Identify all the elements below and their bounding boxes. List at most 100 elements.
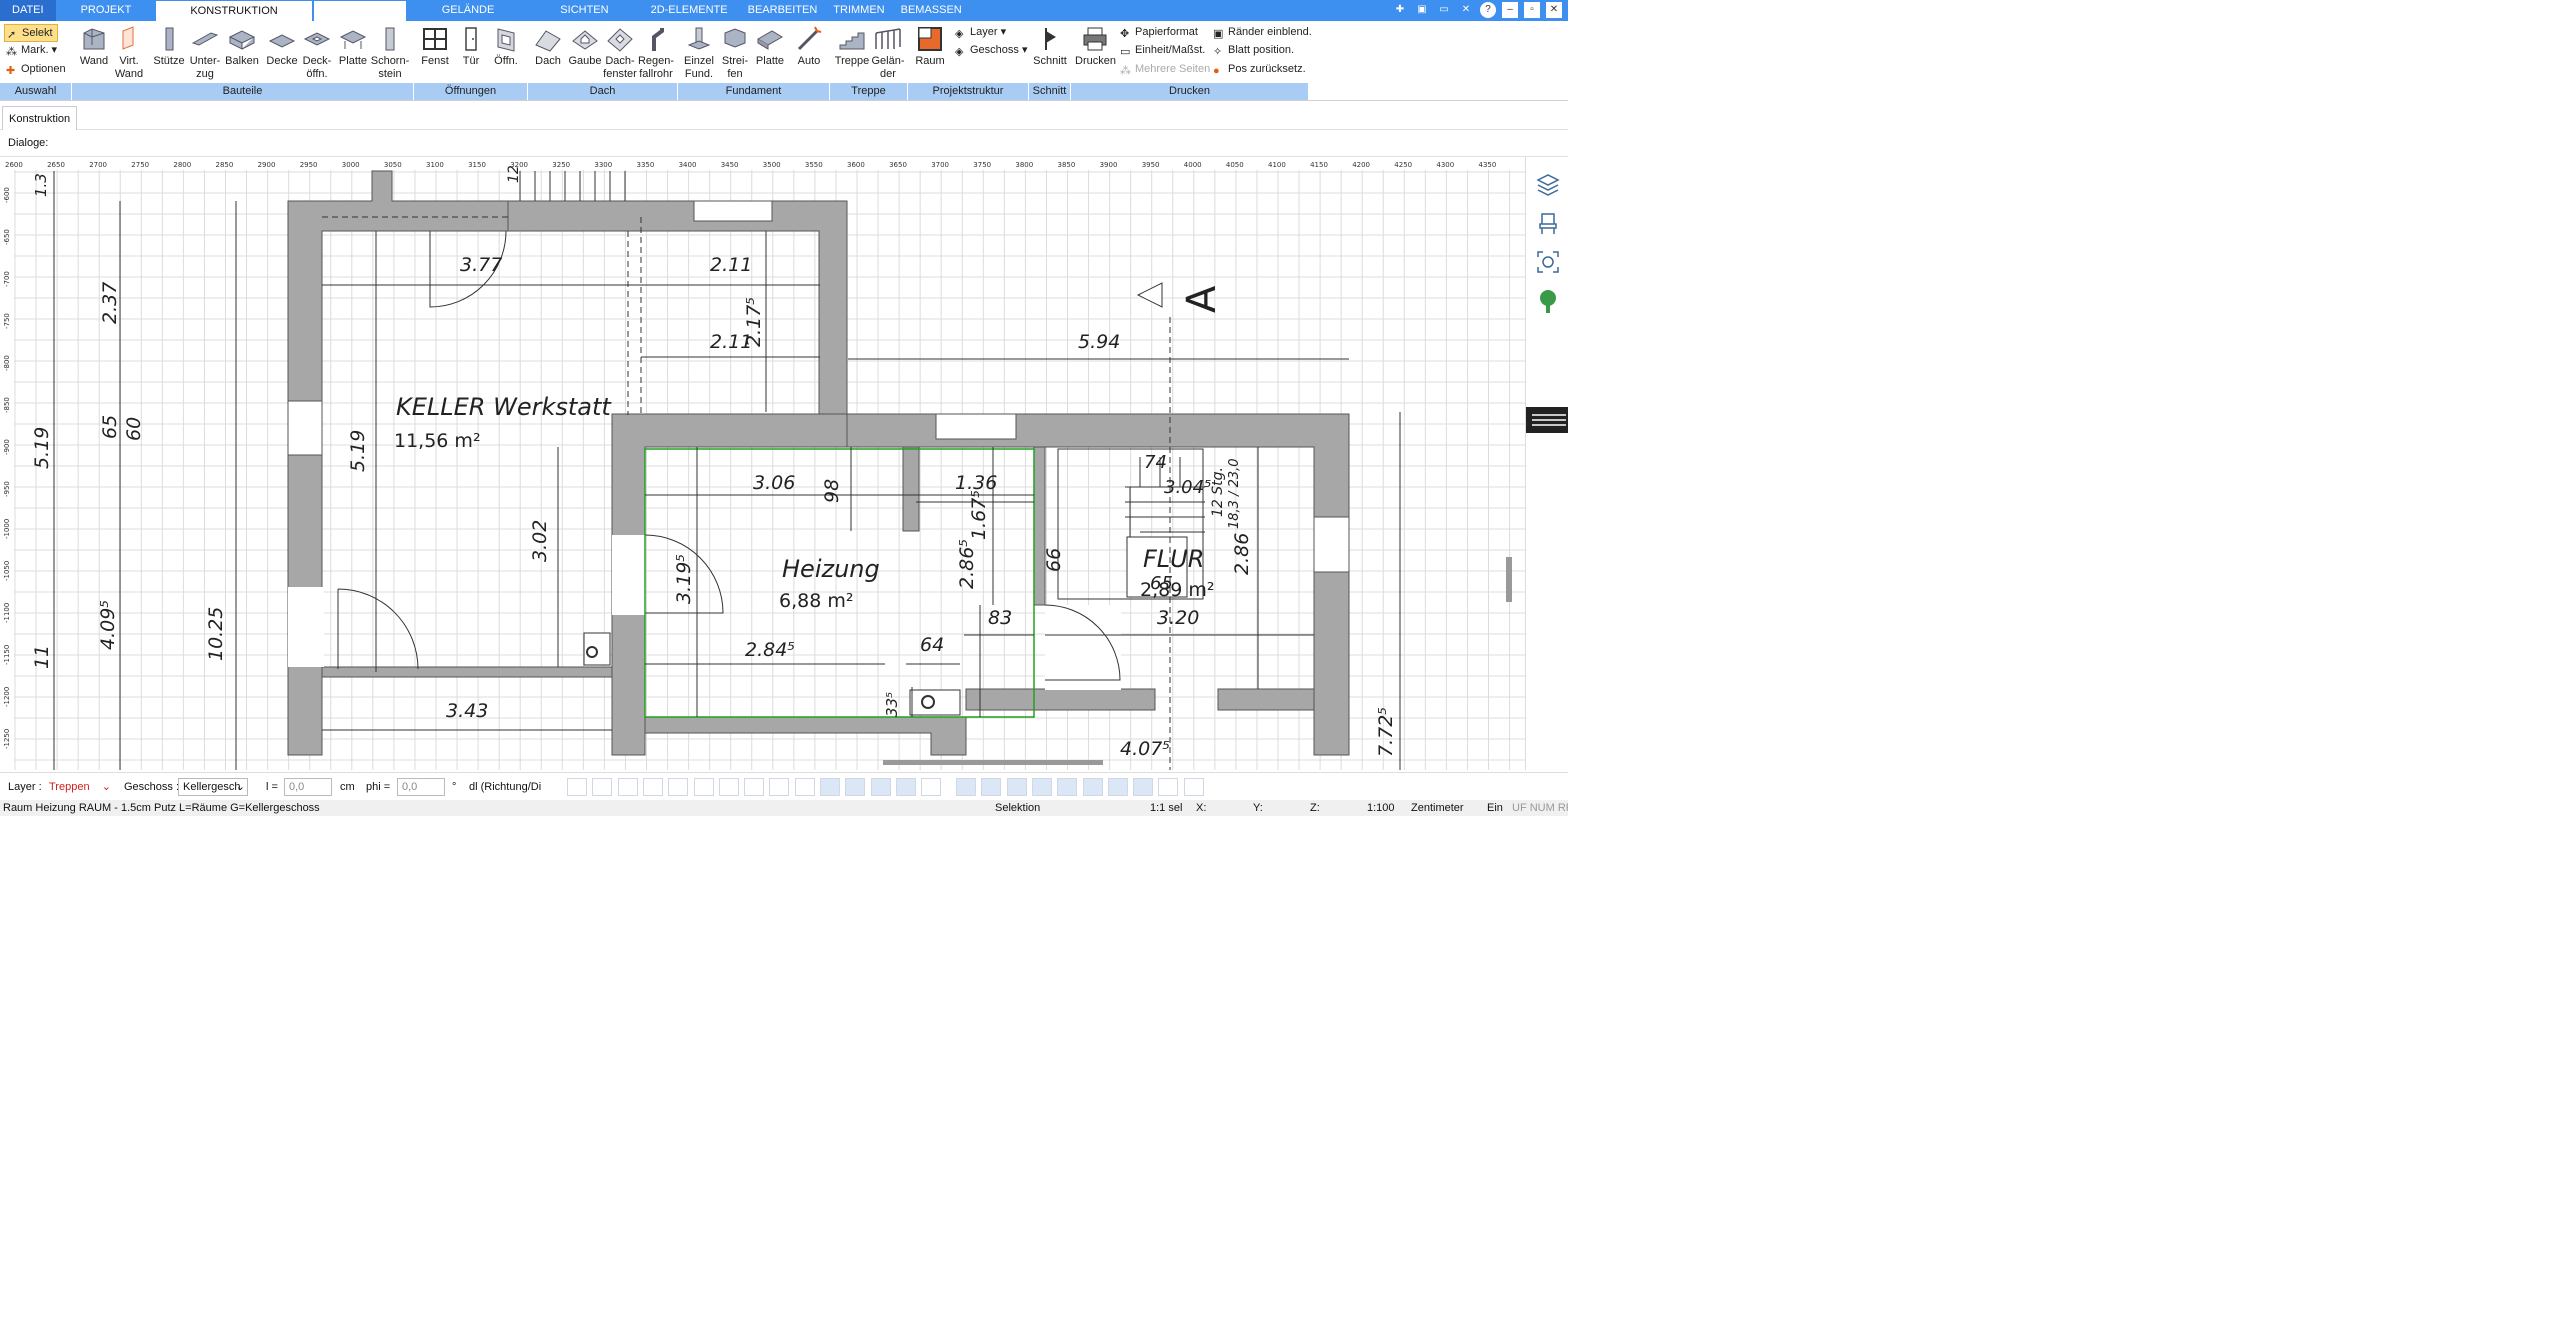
- center-icon[interactable]: [1107, 778, 1128, 796]
- floor-dropdown[interactable]: ◈ Geschoss ▾: [955, 42, 1028, 58]
- dormer-button[interactable]: Gaube: [568, 25, 602, 68]
- drawing-canvas[interactable]: 2600 2650 2700 2750 2800 2850 2900 2950 3000 3050…: [0, 157, 1525, 770]
- tab-2d-elemente[interactable]: 2D-ELEMENTE: [639, 0, 740, 21]
- multiple-pages-button[interactable]: ⁂ Mehrere Seiten: [1120, 61, 1210, 77]
- help-icon[interactable]: ?: [1480, 2, 1496, 18]
- roof-window-button[interactable]: Dach- fenster: [602, 25, 638, 81]
- window-heizung[interactable]: [935, 413, 1017, 440]
- foundation-slab-button[interactable]: Platte: [752, 25, 788, 68]
- section-marker-icon[interactable]: [1136, 282, 1163, 308]
- grid-icon[interactable]: [1006, 778, 1027, 796]
- curve-icon[interactable]: [820, 778, 840, 796]
- room-button[interactable]: Raum: [914, 25, 946, 68]
- window-north[interactable]: [693, 200, 773, 222]
- wall-keller-south[interactable]: [321, 666, 613, 678]
- wall-flur-south-right[interactable]: [1217, 688, 1315, 711]
- konstruktion-tab[interactable]: Konstruktion: [2, 106, 78, 130]
- chimney-button[interactable]: Schorn- stein: [370, 25, 410, 81]
- page-icon[interactable]: [981, 778, 1002, 796]
- tab-datei[interactable]: DATEI: [0, 0, 56, 21]
- options-button[interactable]: ✚ Optionen: [6, 61, 66, 77]
- minimize-icon[interactable]: –: [1502, 2, 1518, 18]
- magnet-icon[interactable]: [1158, 778, 1179, 796]
- raster-icon[interactable]: [1133, 778, 1154, 796]
- column-button[interactable]: Stütze: [152, 25, 186, 68]
- hatch-icon[interactable]: [567, 778, 587, 796]
- stairs-button[interactable]: Treppe: [834, 25, 870, 68]
- paper-format-button[interactable]: ✥ Papierformat: [1120, 24, 1198, 40]
- show-margins-button[interactable]: ▣ Ränder einblend.: [1213, 24, 1312, 40]
- mark-button[interactable]: ⁂ Mark. ▾: [6, 42, 57, 58]
- floor-plan[interactable]: 2600 2650 2700 2750 2800 2850 2900 2950 3000 3050…: [0, 157, 1525, 770]
- restore-icon[interactable]: ▭: [1436, 2, 1452, 18]
- line-style-icon[interactable]: [642, 778, 663, 796]
- texture-icon[interactable]: [845, 778, 866, 796]
- wall-heizung-west[interactable]: [611, 413, 848, 756]
- chair-icon[interactable]: [1535, 210, 1561, 236]
- maximize-icon[interactable]: ▫: [1524, 2, 1540, 18]
- reset-position-button[interactable]: ● Pos zurücksetz.: [1213, 61, 1306, 77]
- railing-button[interactable]: Gelän- der: [870, 25, 906, 81]
- downpipe-button[interactable]: Regen- fallrohr: [637, 25, 675, 81]
- tab-projekt[interactable]: PROJEKT: [56, 0, 157, 21]
- single-foundation-button[interactable]: Einzel Fund.: [682, 25, 716, 81]
- tab-konstruktion[interactable]: KONSTRUKTION: [156, 1, 312, 21]
- ortho-icon[interactable]: [1057, 778, 1078, 796]
- boiler-symbol[interactable]: [909, 689, 961, 716]
- tree-icon[interactable]: [1535, 288, 1561, 314]
- beam-under-button[interactable]: Unter- zug: [188, 25, 222, 81]
- window-icon[interactable]: ▣: [1414, 2, 1430, 18]
- window-keller[interactable]: [287, 400, 323, 456]
- tab-sichten[interactable]: SICHTEN: [530, 0, 638, 21]
- wall-flur-south[interactable]: [965, 688, 1156, 711]
- info-icon[interactable]: [921, 778, 942, 796]
- point-icon[interactable]: [1082, 778, 1103, 796]
- layer-color-icon[interactable]: [794, 778, 815, 796]
- snap-icon[interactable]: [1031, 778, 1052, 796]
- vertical-scrollbar[interactable]: [1506, 557, 1512, 602]
- window-flur[interactable]: [1313, 516, 1350, 573]
- window-button[interactable]: Fenst: [419, 25, 451, 68]
- view-icon[interactable]: [956, 778, 976, 796]
- cursor-snap-icon[interactable]: [1183, 778, 1204, 796]
- unit-scale-button[interactable]: ▭ Einheit/Maßst.: [1120, 42, 1205, 58]
- close-doc-icon[interactable]: ✕: [1458, 2, 1474, 18]
- wall-stub[interactable]: [902, 446, 920, 532]
- wall-flur-west[interactable]: [1033, 446, 1046, 606]
- select-frame-icon[interactable]: [769, 778, 790, 796]
- tab-bearbeiten[interactable]: BEARBEITEN: [740, 0, 826, 21]
- north-icon[interactable]: [895, 778, 916, 796]
- roof-tool-icon[interactable]: [592, 778, 613, 796]
- room-name-heizung[interactable]: Heizung: [782, 555, 880, 583]
- horizontal-scrollbar[interactable]: [883, 760, 1103, 765]
- tab-bemassen[interactable]: BEMASSEN: [893, 0, 970, 21]
- fill-icon[interactable]: [870, 778, 891, 796]
- wall-button[interactable]: Wand: [78, 25, 110, 68]
- dl-combo[interactable]: dl (Richtung/Di: [464, 778, 554, 796]
- select-button[interactable]: ➚ Selekt: [4, 24, 58, 42]
- balken-button[interactable]: Balken: [224, 25, 260, 68]
- auto-button[interactable]: Auto: [792, 25, 826, 68]
- ceiling-opening-button[interactable]: Deck- öffn.: [300, 25, 334, 81]
- frame-icon[interactable]: [744, 778, 765, 796]
- wall-heizung-south[interactable]: [644, 716, 967, 756]
- opening-button[interactable]: Öffn.: [490, 25, 522, 68]
- panel-toggle-button[interactable]: [1526, 407, 1568, 433]
- geschoss-combo[interactable]: Kellergesch ⌄: [178, 778, 248, 796]
- fullscreen-icon[interactable]: [1535, 249, 1561, 275]
- room-name-keller[interactable]: KELLER Werkstatt: [396, 393, 612, 421]
- layer-dropdown[interactable]: ◈ Layer ▾: [955, 24, 1006, 40]
- l-input[interactable]: 0,0: [284, 778, 332, 796]
- abc-icon[interactable]: [693, 778, 714, 796]
- section-button[interactable]: Schnitt: [1033, 25, 1067, 68]
- line-type-icon[interactable]: [668, 778, 689, 796]
- room-name-flur[interactable]: FLUR: [1143, 545, 1204, 573]
- tab-trimmen[interactable]: TRIMMEN: [825, 0, 892, 21]
- staircase[interactable]: [1057, 448, 1205, 600]
- print-button[interactable]: Drucken: [1075, 25, 1116, 68]
- layers-icon[interactable]: [1535, 171, 1561, 197]
- roof-button[interactable]: Dach: [532, 25, 564, 68]
- slab-button[interactable]: Platte: [336, 25, 370, 68]
- tab-blank[interactable]: [313, 1, 406, 21]
- strip-foundation-button[interactable]: Strei- fen: [718, 25, 752, 81]
